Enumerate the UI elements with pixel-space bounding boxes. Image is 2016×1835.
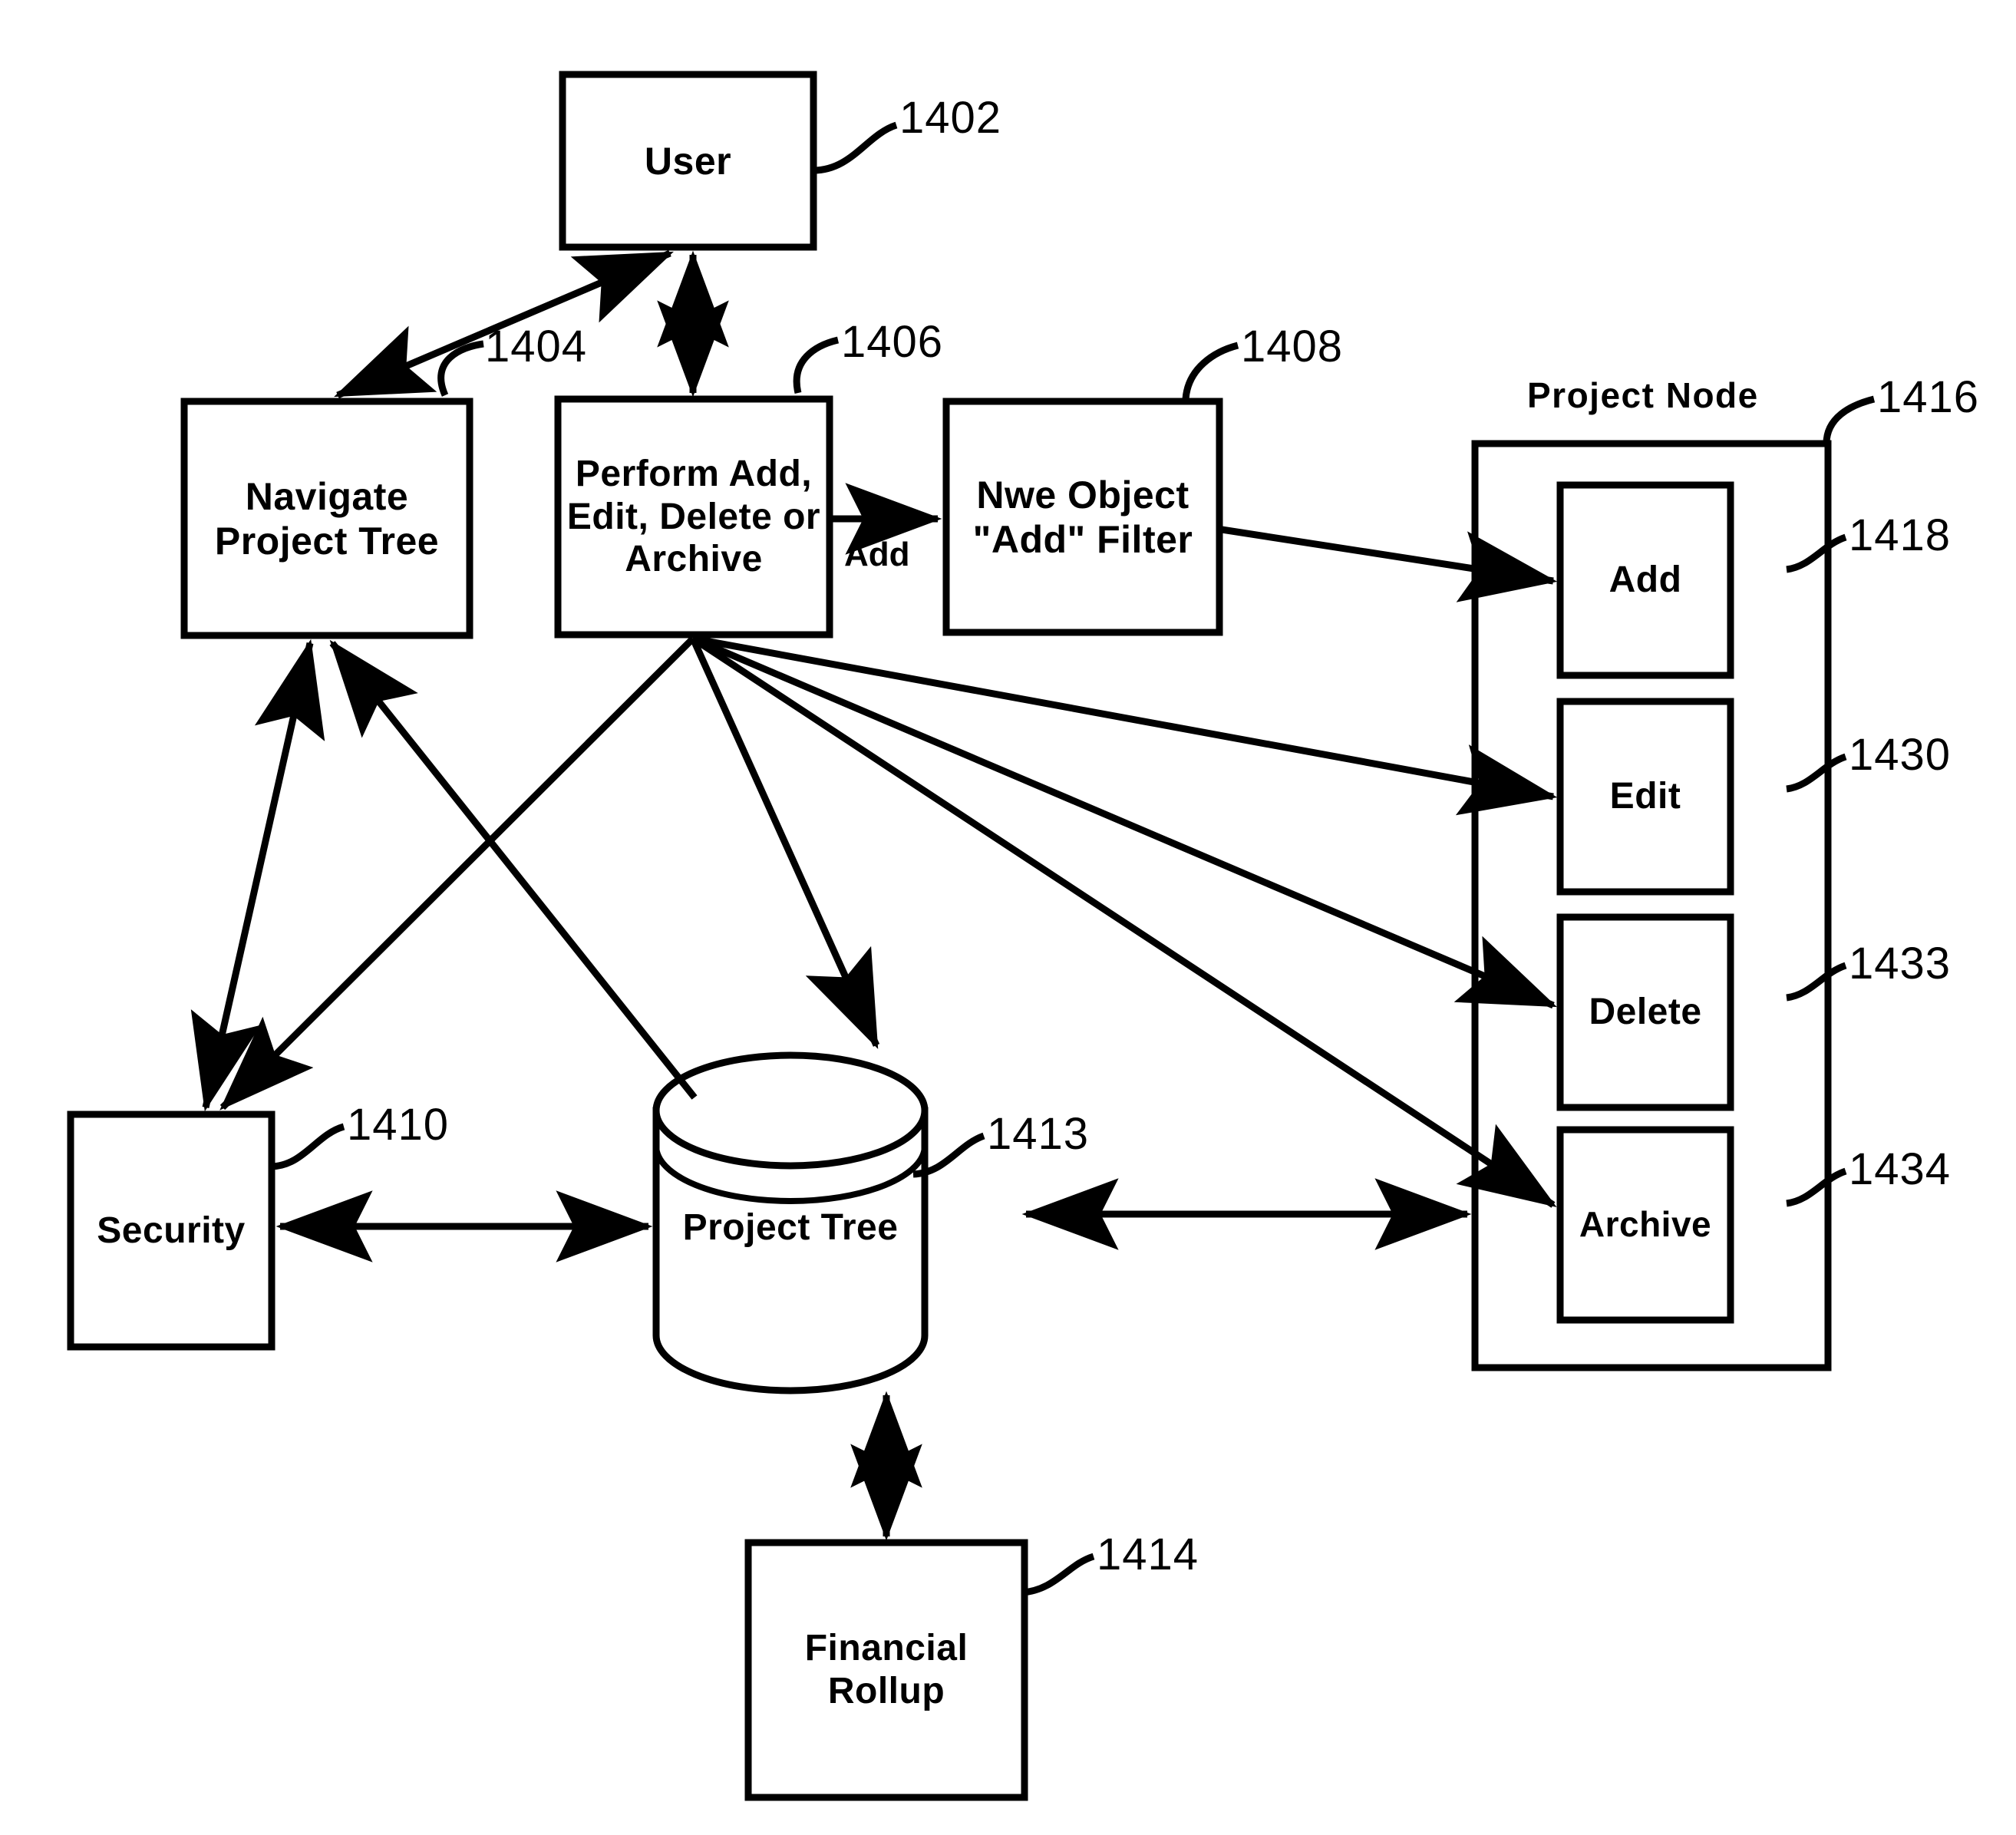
ref-numeral-1402: 1402 [899, 93, 1002, 143]
ref-numeral-1434: 1434 [1849, 1144, 1952, 1194]
ref-numeral-1404: 1404 [485, 322, 588, 371]
project-node-archive-box [1556, 1126, 1734, 1324]
edge-label-add: Add [844, 536, 910, 573]
ref-numeral-1413: 1413 [987, 1109, 1090, 1159]
perform-actions-box [554, 395, 833, 639]
new-object-add-filter-box [942, 398, 1223, 636]
ref-numeral-1406: 1406 [841, 317, 944, 367]
leader-1406 [793, 336, 840, 394]
ref-numeral-1433: 1433 [1849, 939, 1952, 988]
patent-figure-canvas: User Navigate Project Tree Perform Add, … [0, 0, 2016, 1835]
leader-1410 [269, 1123, 345, 1170]
user-box [559, 71, 817, 251]
ref-numeral-1410: 1410 [347, 1100, 450, 1150]
leader-1402 [813, 121, 898, 174]
security-box [67, 1111, 276, 1351]
leader-1414 [1021, 1553, 1095, 1596]
financial-rollup-box [744, 1539, 1028, 1801]
ref-numeral-1430: 1430 [1849, 730, 1952, 780]
navigate-project-tree-box [180, 398, 473, 639]
project-node-delete-box [1556, 913, 1734, 1111]
project-node-edit-box [1556, 698, 1734, 896]
leader-1408 [1182, 342, 1239, 400]
edge-perform-delete [691, 635, 1557, 1009]
ref-numeral-1418: 1418 [1849, 510, 1952, 560]
edge-project-tree-navigate [329, 639, 698, 1100]
leader-1416 [1823, 395, 1876, 444]
project-tree-cylinder [652, 1051, 929, 1394]
project-node-add-box [1556, 481, 1734, 679]
ref-numeral-1408: 1408 [1241, 322, 1344, 371]
ref-numeral-1414: 1414 [1097, 1530, 1199, 1579]
edge-perform-edit [692, 635, 1558, 816]
diagram-vector-layer [67, 71, 1876, 1801]
ref-numeral-1416: 1416 [1877, 372, 1980, 422]
project-node-title: Project Node [1527, 375, 1759, 415]
